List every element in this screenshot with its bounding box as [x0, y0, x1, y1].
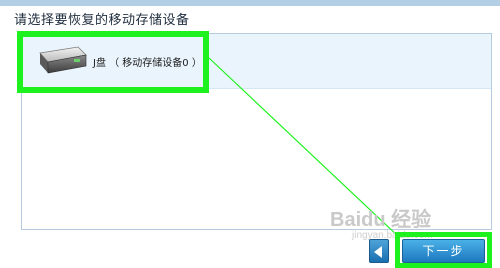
highlight-box-device — [17, 31, 209, 93]
back-button[interactable] — [369, 239, 389, 263]
highlight-box-next — [395, 232, 492, 268]
triangle-left-icon — [374, 246, 382, 258]
watermark-logo: Baidu 经验 — [330, 209, 432, 231]
page-title: 请选择要恢复的移动存储设备 — [14, 13, 190, 28]
window-top-strip — [0, 0, 500, 6]
